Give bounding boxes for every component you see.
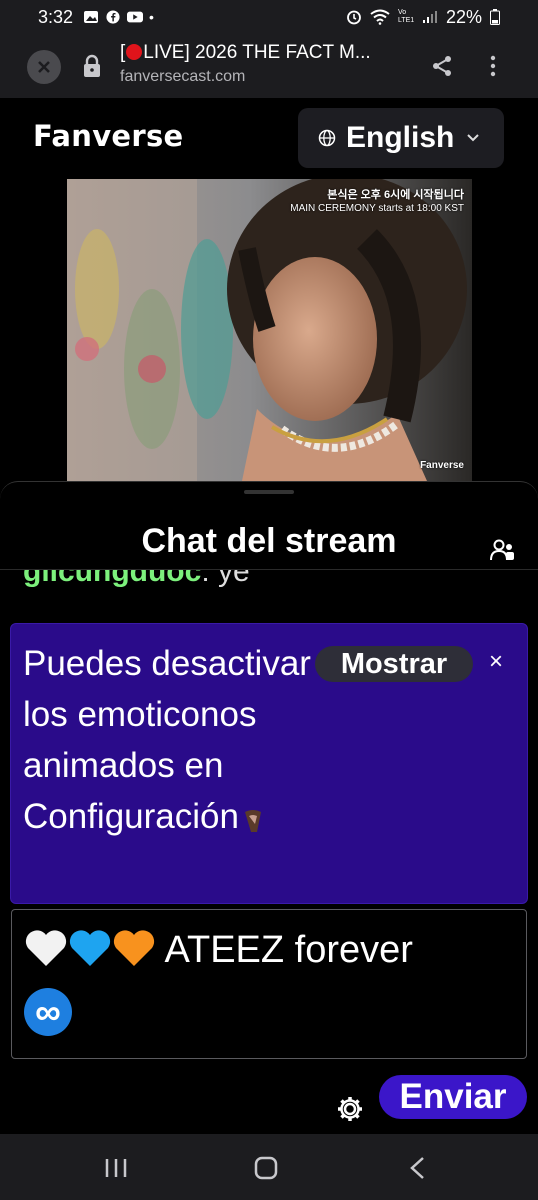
close-icon bbox=[38, 61, 50, 73]
title-text: LIVE] 2026 THE FACT M... bbox=[143, 42, 371, 63]
white-heart-icon bbox=[25, 930, 67, 966]
notification-icons: • bbox=[83, 9, 154, 25]
wifi-icon bbox=[370, 9, 390, 25]
dot-icon: • bbox=[149, 9, 154, 25]
status-time: 3:32 bbox=[38, 6, 74, 27]
emote-icon bbox=[244, 810, 261, 832]
users-icon[interactable] bbox=[490, 538, 516, 562]
infinity-icon: ∞ bbox=[24, 988, 72, 1036]
page-url: fanversecast.com bbox=[120, 68, 246, 85]
show-button[interactable]: Mostrar bbox=[315, 646, 473, 682]
title-prefix: [ bbox=[120, 42, 126, 63]
chat-input-text: ATEEZ forever bbox=[156, 929, 413, 971]
status-bar: 3:32 • Vo LTE1 22% bbox=[0, 0, 538, 34]
home-icon[interactable] bbox=[254, 1156, 278, 1180]
system-icons: Vo LTE1 22% bbox=[346, 7, 500, 28]
signal-icon bbox=[422, 11, 437, 23]
caption-korean: 본식은 오후 6시에 시작됩니다 bbox=[327, 189, 464, 201]
animated-emotes-notice: Puedes desactivar los emoticonos animado… bbox=[10, 623, 528, 904]
close-icon[interactable]: × bbox=[489, 648, 503, 676]
browser-toolbar: [ LIVE] 2026 THE FACT M... fanversecast.c… bbox=[0, 34, 538, 98]
gear-icon[interactable] bbox=[336, 1095, 364, 1123]
more-vert-icon[interactable] bbox=[488, 54, 498, 78]
chat-divider bbox=[0, 569, 538, 570]
gallery-icon bbox=[84, 11, 99, 23]
chat-input[interactable]: ATEEZ forever ∞ bbox=[11, 909, 527, 1059]
chevron-down-icon bbox=[467, 134, 480, 142]
back-icon[interactable] bbox=[408, 1156, 428, 1180]
page-title: [ LIVE] 2026 THE FACT M... bbox=[120, 40, 415, 66]
video-player[interactable]: 본식은 오후 6시에 시작됩니다 MAIN CEREMONY starts at… bbox=[67, 179, 472, 481]
lock-icon[interactable] bbox=[82, 54, 102, 78]
notice-text: Puedes desactivar los emoticonos animado… bbox=[23, 638, 323, 842]
chat-title: Chat del stream bbox=[0, 517, 538, 564]
live-dot-icon bbox=[126, 44, 143, 60]
video-watermark: Fanverse bbox=[420, 460, 464, 471]
network-label: Vo LTE1 bbox=[397, 9, 415, 24]
address-bar[interactable]: [ LIVE] 2026 THE FACT M... fanversecast.c… bbox=[120, 40, 415, 88]
notice-message: Puedes desactivar los emoticonos animado… bbox=[23, 644, 311, 836]
battery-text: 22% bbox=[445, 6, 482, 27]
alarm-icon bbox=[347, 10, 361, 25]
language-selector[interactable]: English bbox=[298, 108, 504, 168]
globe-icon bbox=[318, 129, 336, 147]
language-label: English bbox=[346, 121, 455, 154]
youtube-icon bbox=[127, 11, 144, 23]
share-icon[interactable] bbox=[430, 54, 454, 78]
facebook-icon bbox=[106, 10, 120, 24]
drag-handle[interactable] bbox=[244, 490, 294, 494]
navigation-bar bbox=[0, 1134, 538, 1200]
caption-english: MAIN CEREMONY starts at 18:00 KST bbox=[290, 203, 464, 214]
brand-logo[interactable]: Fanverse bbox=[33, 119, 184, 153]
video-frame-image bbox=[67, 179, 472, 481]
close-tab-button[interactable] bbox=[27, 50, 61, 84]
orange-heart-icon bbox=[113, 930, 155, 966]
site-header: Fanverse English bbox=[0, 99, 538, 179]
recents-icon[interactable] bbox=[104, 1156, 128, 1180]
send-button[interactable]: Enviar bbox=[379, 1075, 527, 1119]
chat-panel: giicungduoc: ye Chat del stream Puedes d… bbox=[0, 481, 538, 1133]
video-caption: 본식은 오후 6시에 시작됩니다 MAIN CEREMONY starts at… bbox=[290, 189, 464, 215]
battery-icon bbox=[490, 9, 500, 25]
blue-heart-icon bbox=[69, 930, 111, 966]
